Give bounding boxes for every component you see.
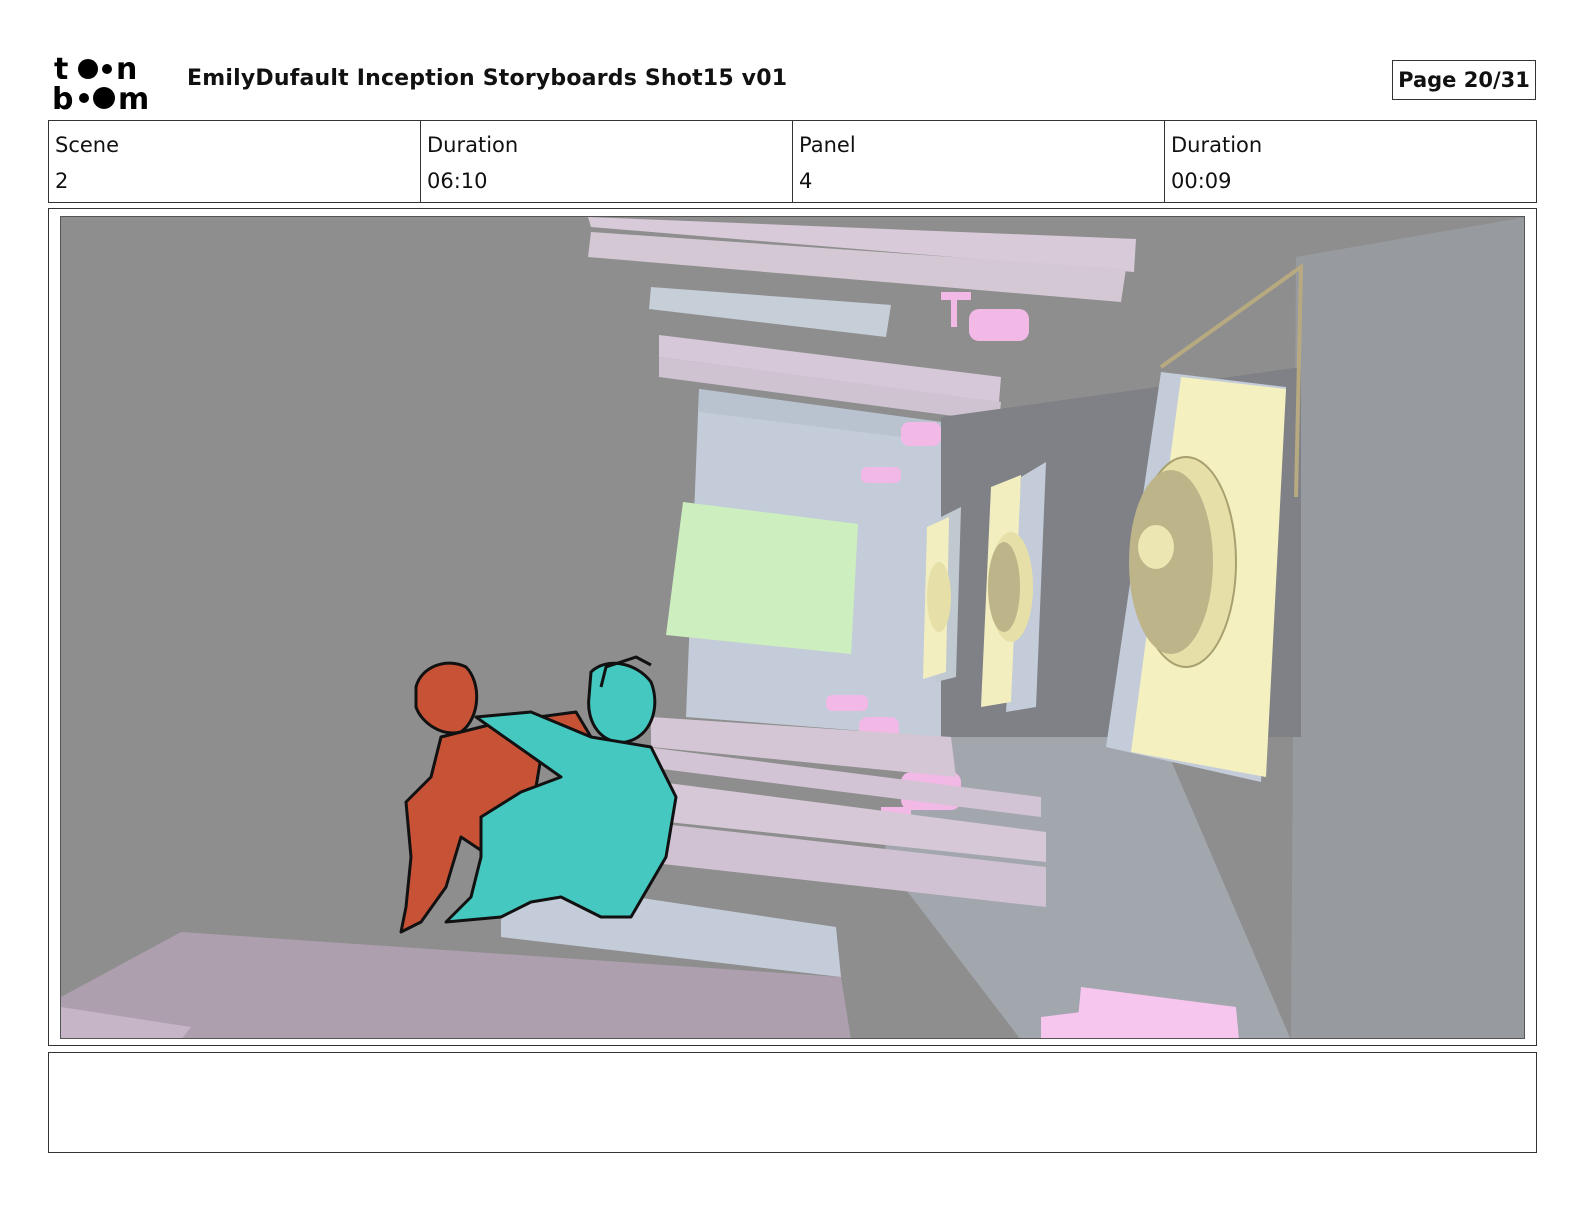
svg-text:b: b [52,82,73,112]
scene-info-table: Scene 2 Duration 06:10 Panel 4 Duration … [48,120,1537,203]
panel-label: Panel [799,133,856,157]
panel-duration-label: Duration [1171,133,1263,157]
scene-label: Scene [55,133,120,157]
toon-boom-logo: t n b m [52,52,164,117]
panel-cell: Panel 4 [793,121,1165,202]
panel-duration-value: 00:09 [1171,169,1232,193]
scene-duration-label: Duration [427,133,519,157]
scene-cell: Scene 2 [49,121,421,202]
scene-value: 2 [55,169,69,193]
page-number: Page 20/31 [1392,60,1536,100]
panel-value: 4 [799,169,813,193]
svg-text:m: m [118,82,149,112]
document-title: EmilyDufault Inception Storyboards Shot1… [187,66,788,91]
panel-duration-cell: Duration 00:09 [1165,121,1536,202]
storyboard-panel-image [60,216,1525,1039]
scene-duration-cell: Duration 06:10 [421,121,793,202]
scene-duration-value: 06:10 [427,169,488,193]
panel-notes-box [48,1052,1537,1153]
